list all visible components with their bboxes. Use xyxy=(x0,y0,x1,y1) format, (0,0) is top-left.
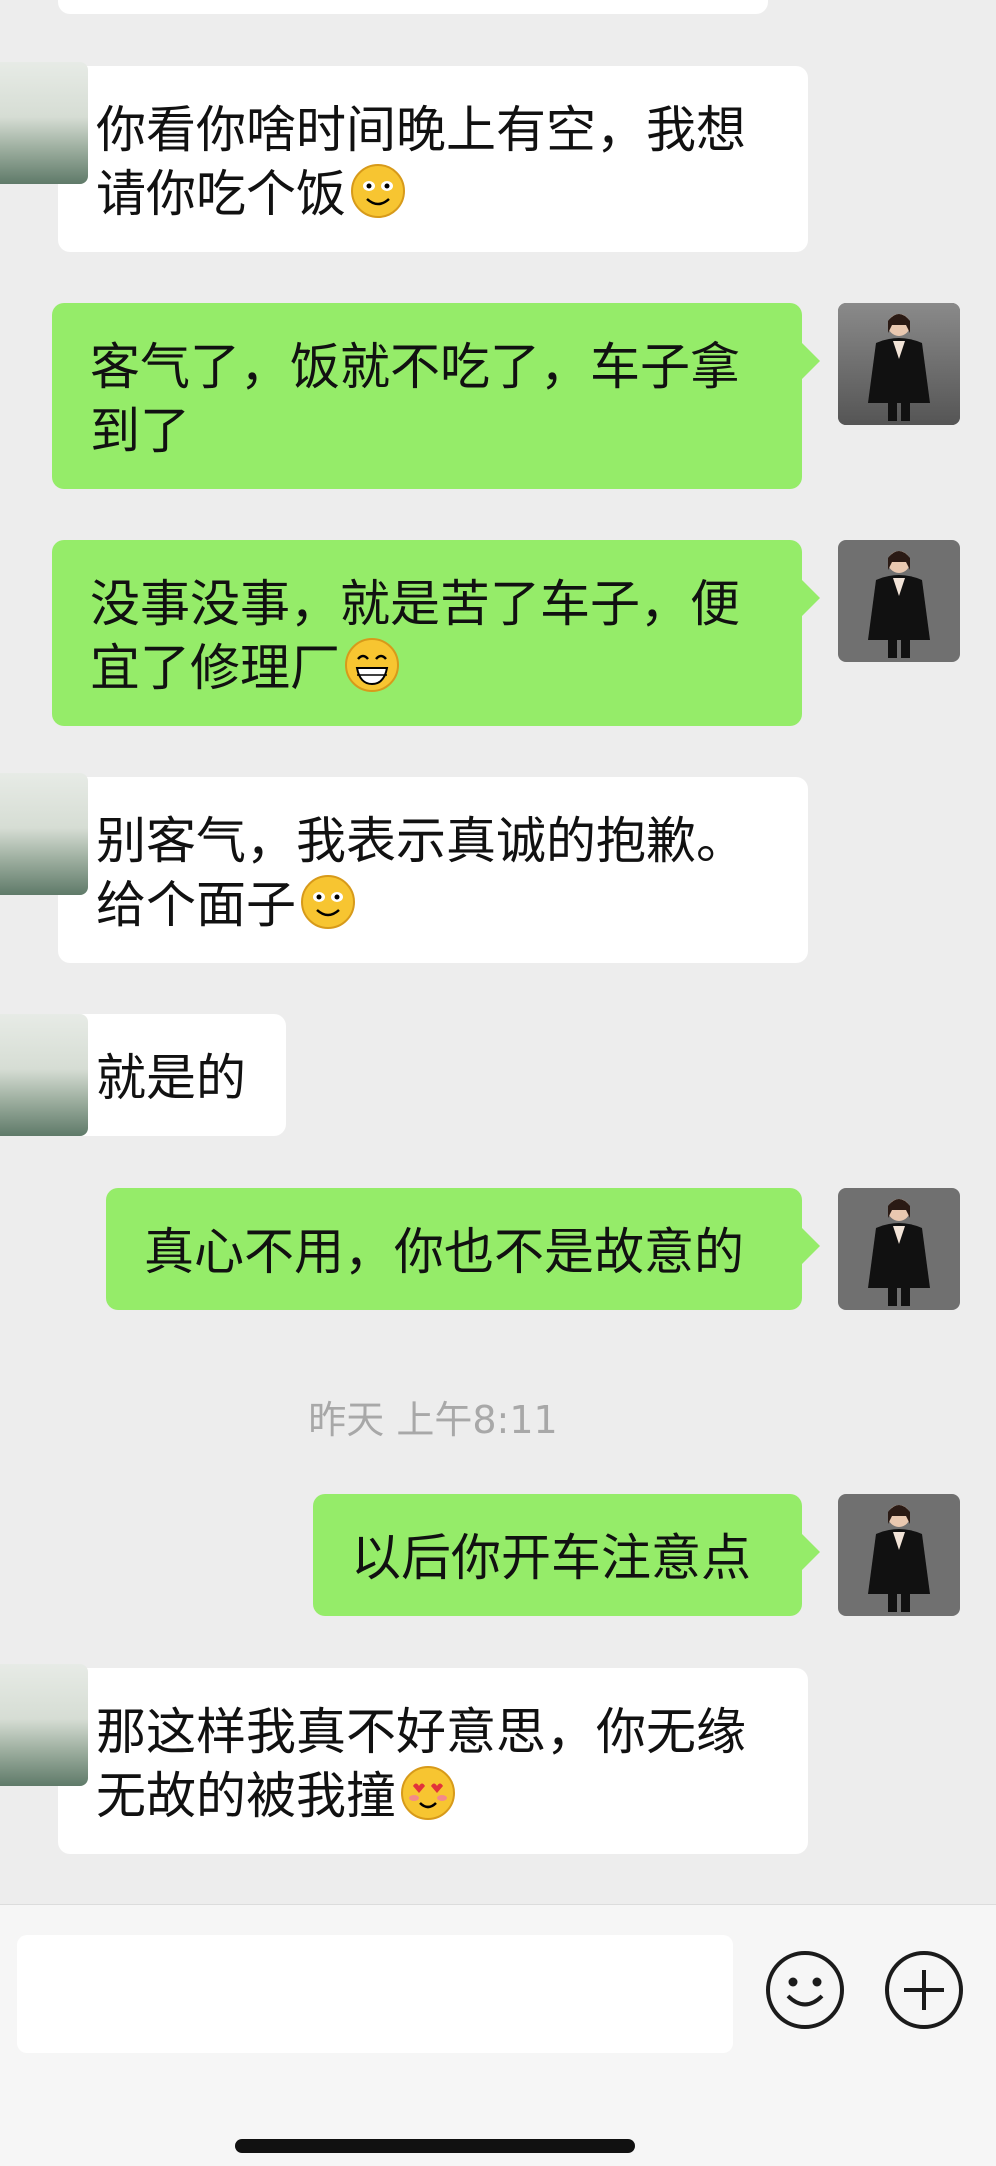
user-avatar[interactable] xyxy=(838,1188,960,1310)
message-text: 你看你啥时间晚上有空，我想请你吃个饭 xyxy=(96,101,746,223)
message-bubble-outgoing[interactable]: 真心不用，你也不是故意的 xyxy=(106,1188,820,1310)
message-bubble-outgoing[interactable]: 没事没事，就是苦了车子，便宜了修理厂 xyxy=(52,540,820,726)
message-bubble-outgoing[interactable]: 客气了，饭就不吃了，车子拿到了 xyxy=(52,303,820,489)
plus-circle-icon xyxy=(904,1970,944,2010)
user-avatar[interactable] xyxy=(838,1494,960,1616)
message-bubble-incoming[interactable]: 那这样我真不好意思，你无缘无故的被我撞 xyxy=(0,1664,808,1854)
message-text: 就是的 xyxy=(96,1049,246,1107)
more-actions-button[interactable] xyxy=(885,1951,963,2029)
avatar-photo xyxy=(838,303,960,425)
message-text: 以后你开车注意点 xyxy=(351,1529,751,1587)
avatar-photo xyxy=(838,1494,960,1616)
message-input[interactable] xyxy=(17,1935,733,2053)
smile-emoji xyxy=(351,164,405,218)
partial-message-bubble xyxy=(58,0,768,14)
user-avatar[interactable] xyxy=(838,540,960,662)
home-indicator xyxy=(235,2139,635,2153)
message-text: 客气了，饭就不吃了，车子拿到了 xyxy=(90,338,740,460)
message-text: 没事没事，就是苦了车子，便宜了修理厂 xyxy=(90,575,740,697)
input-bar xyxy=(0,1904,996,2166)
avatar-photo xyxy=(838,540,960,662)
contact-avatar[interactable] xyxy=(0,1014,88,1136)
contact-avatar[interactable] xyxy=(0,1664,88,1786)
message-bubble-incoming[interactable]: 你看你啥时间晚上有空，我想请你吃个饭 xyxy=(0,62,808,252)
message-bubble-outgoing[interactable]: 以后你开车注意点 xyxy=(313,1494,820,1616)
message-text: 真心不用，你也不是故意的 xyxy=(144,1223,744,1281)
smile-emoji xyxy=(301,875,355,929)
grin-emoji xyxy=(345,638,399,692)
avatar-photo xyxy=(838,1188,960,1310)
emoji-face-icon xyxy=(786,1977,824,2007)
chat-area[interactable]: 你看你啥时间晚上有空，我想请你吃个饭 客气了，饭就不吃了，车子拿到了 没事没事，… xyxy=(0,0,996,1904)
heart-eyes-emoji xyxy=(401,1766,455,1820)
message-text: 别客气，我表示真诚的抱歉。给个面子 xyxy=(96,812,746,934)
contact-avatar[interactable] xyxy=(0,773,88,895)
user-avatar[interactable] xyxy=(838,303,960,425)
message-bubble-incoming[interactable]: 就是的 xyxy=(0,1014,286,1136)
message-bubble-incoming[interactable]: 别客气，我表示真诚的抱歉。给个面子 xyxy=(0,773,808,963)
message-timestamp: 昨天 上午8:11 xyxy=(308,1398,558,1442)
contact-avatar[interactable] xyxy=(0,62,88,184)
emoji-button[interactable] xyxy=(766,1951,844,2029)
